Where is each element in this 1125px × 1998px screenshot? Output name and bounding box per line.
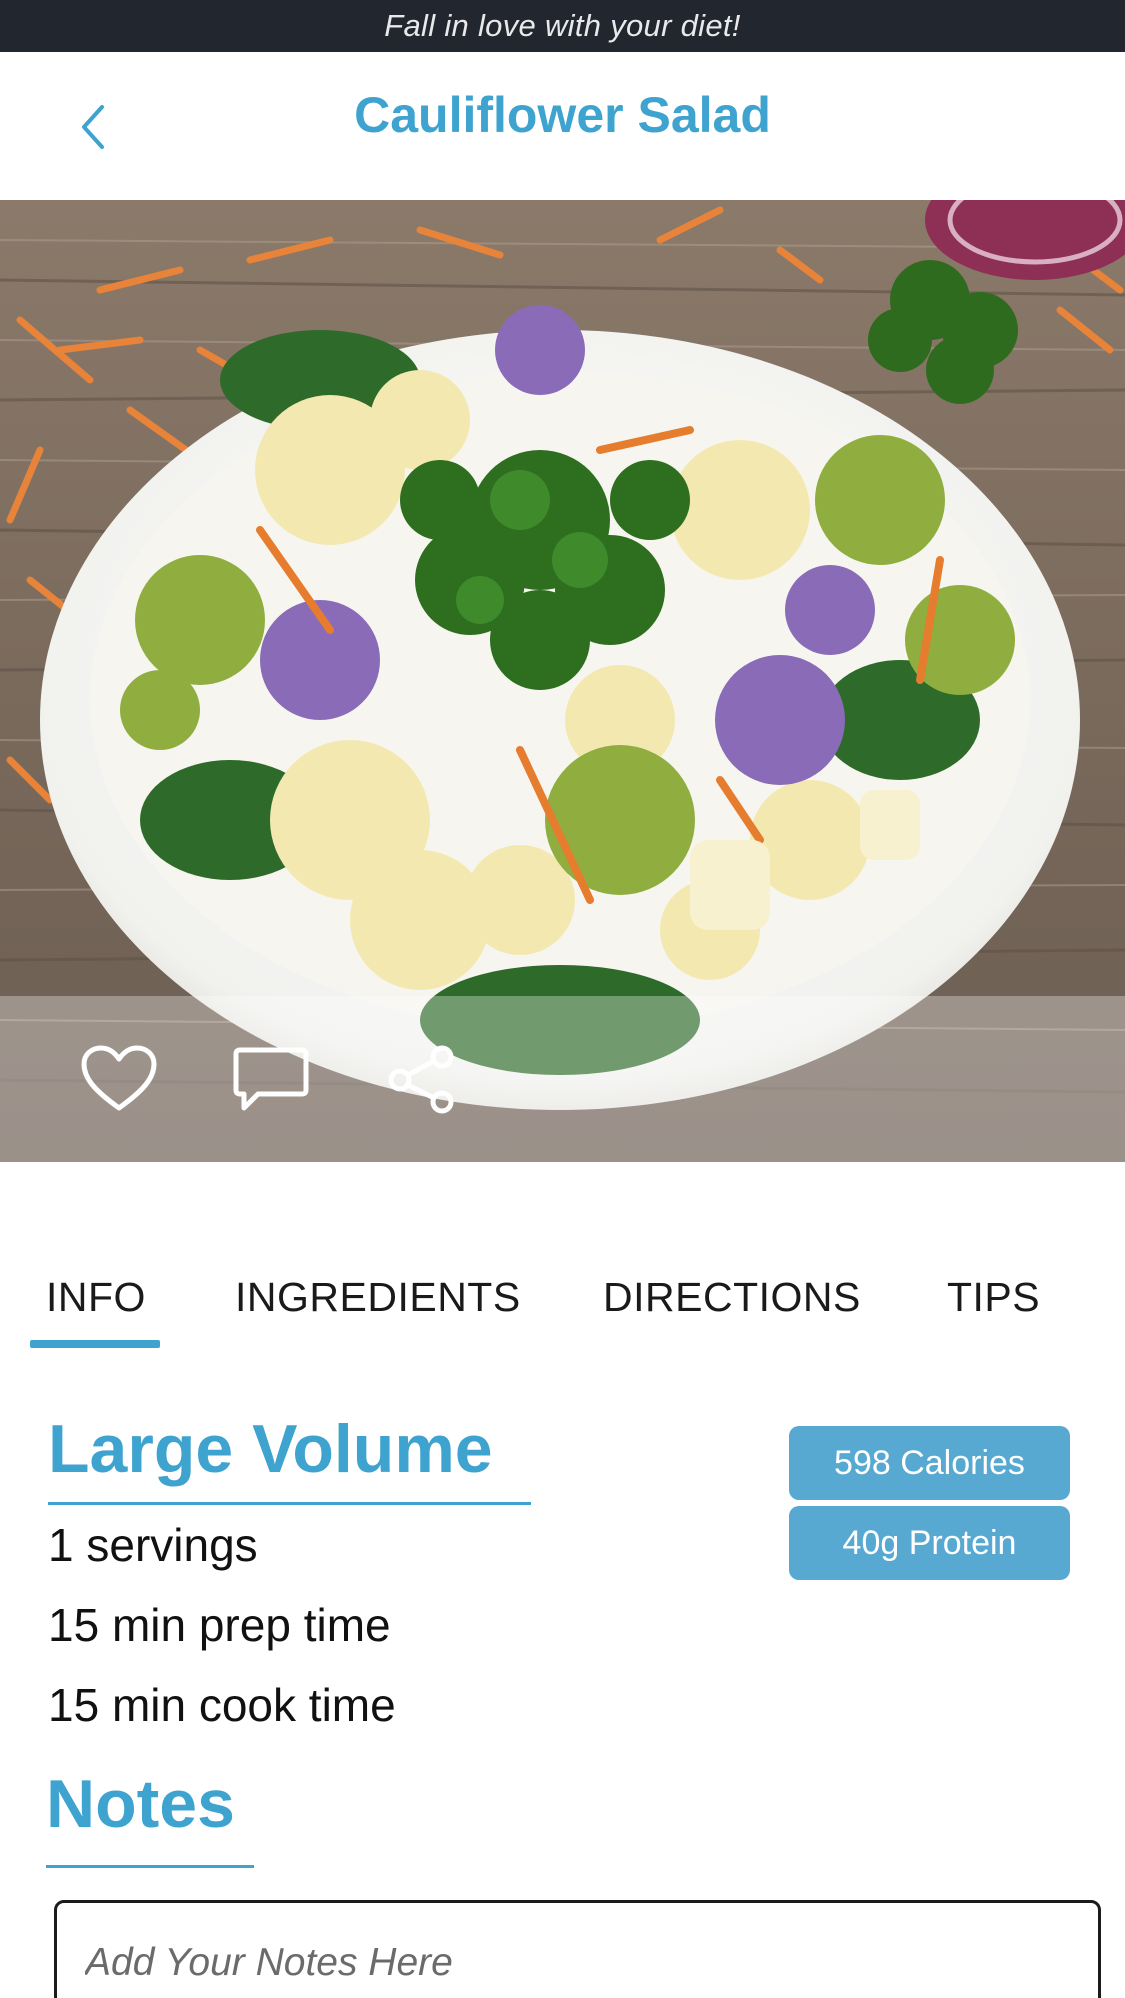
servings-text: 1 servings — [48, 1519, 258, 1571]
hero-action-bar — [0, 996, 1125, 1162]
prep-time-text: 15 min prep time — [48, 1599, 391, 1651]
calories-badge-label: 598 Calories — [834, 1443, 1025, 1482]
comment-icon — [233, 1047, 309, 1111]
active-tab-indicator — [30, 1340, 160, 1348]
protein-badge-label: 40g Protein — [842, 1523, 1017, 1562]
page-title: Cauliflower Salad — [354, 87, 771, 143]
tab-ingredients-label: INGREDIENTS — [235, 1274, 521, 1320]
tagline-bar: Fall in love with your diet! — [0, 0, 1125, 52]
back-button[interactable] — [62, 97, 122, 157]
notes-input[interactable] — [57, 1903, 1098, 1985]
tab-directions-label: DIRECTIONS — [603, 1274, 861, 1320]
tab-tips-label: TIPS — [947, 1274, 1041, 1320]
recipe-photo — [0, 200, 1125, 1162]
tab-directions[interactable]: DIRECTIONS — [603, 1250, 861, 1350]
protein-badge: 40g Protein — [789, 1506, 1070, 1580]
chevron-left-icon — [82, 105, 104, 149]
notes-heading: Notes — [46, 1766, 235, 1842]
volume-heading: Large Volume — [48, 1411, 493, 1487]
calories-badge: 598 Calories — [789, 1426, 1070, 1500]
header: Cauliflower Salad — [0, 52, 1125, 200]
tab-ingredients[interactable]: INGREDIENTS — [235, 1250, 521, 1350]
volume-heading-underline — [48, 1502, 531, 1505]
like-button[interactable] — [80, 1040, 158, 1118]
tab-info[interactable]: INFO — [46, 1250, 146, 1350]
share-icon — [388, 1045, 454, 1114]
tagline-text: Fall in love with your diet! — [384, 8, 741, 43]
notes-field[interactable] — [54, 1900, 1101, 1998]
cook-time-text: 15 min cook time — [48, 1679, 396, 1731]
comment-button[interactable] — [232, 1040, 310, 1118]
tab-tips[interactable]: TIPS — [947, 1250, 1040, 1350]
share-button[interactable] — [384, 1040, 462, 1118]
notes-heading-underline — [46, 1865, 254, 1868]
recipe-tabs: INFO INGREDIENTS DIRECTIONS TIPS — [0, 1250, 1125, 1350]
heart-icon — [81, 1045, 157, 1111]
tab-info-label: INFO — [46, 1274, 146, 1320]
